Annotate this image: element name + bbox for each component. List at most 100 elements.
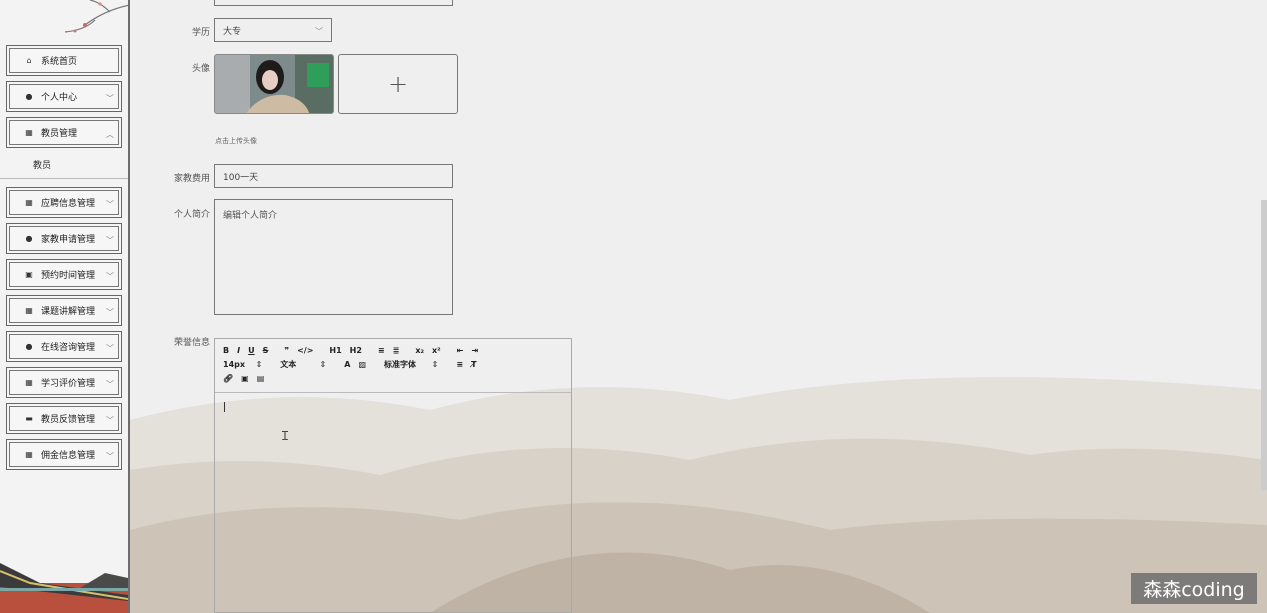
sidebar-menu: ⌂ 系统首页 ● 个人中心 ﹀ ▦ 教员管理 ︿ 教员 ▦ 应聘信息管理 ﹀ ● 家… [0, 45, 128, 475]
sidebar-item-label: 应聘信息管理 [41, 199, 96, 209]
sidebar-item-teacher-management[interactable]: ▦ 教员管理 ︿ [6, 117, 122, 148]
grid-icon: ▦ [25, 378, 33, 387]
sidebar-item-label: 学习评价管理 [41, 379, 96, 389]
font-family-value: 标准字体 [384, 359, 417, 369]
calendar-icon: ▣ [25, 270, 33, 279]
intro-textarea[interactable]: 编辑个人简介 [214, 199, 453, 315]
sidebar-item-label: 教员反馈管理 [41, 415, 96, 425]
chevron-down-icon: ﹀ [106, 380, 114, 389]
avatar-image[interactable] [214, 54, 334, 114]
blockquote-button[interactable]: ❞ [284, 346, 289, 355]
watermark: 森森coding [1131, 573, 1257, 604]
plus-icon: + [387, 70, 409, 98]
avatar-label: 头像 [191, 64, 210, 74]
text-type-select[interactable]: 文本 ⇕ [280, 359, 326, 370]
sidebar-item-tutoring-request[interactable]: ● 家教申请管理 ﹀ [6, 223, 122, 254]
ordered-list-button[interactable]: ≡ [378, 346, 385, 355]
bullet-list-button[interactable]: ≣ [393, 346, 400, 355]
strike-button[interactable]: S [263, 346, 269, 355]
h1-button[interactable]: H1 [329, 346, 341, 355]
intro-placeholder: 编辑个人简介 [223, 211, 278, 221]
chevron-down-icon: ﹀ [106, 200, 114, 209]
sidebar-item-label: 课题讲解管理 [41, 307, 96, 317]
sidebar-item-learning-evaluation[interactable]: ▦ 学习评价管理 ﹀ [6, 367, 122, 398]
chevron-down-icon: ﹀ [106, 236, 114, 245]
clear-format-icon[interactable]: T̸ [471, 360, 476, 369]
font-family-select[interactable]: 标准字体 ⇕ [384, 359, 438, 370]
home-icon: ⌂ [26, 56, 32, 65]
grid-icon: ▦ [25, 306, 33, 315]
chevron-down-icon: ﹀ [315, 27, 323, 36]
chevron-down-icon: ﹀ [106, 416, 114, 425]
sidebar-item-label: 佣金信息管理 [41, 451, 96, 461]
fee-label: 家教费用 [173, 174, 210, 184]
fee-value: 100一天 [223, 172, 259, 183]
education-select[interactable]: 大专 ﹀ [214, 18, 332, 42]
chevron-down-icon: ﹀ [106, 344, 114, 353]
sidebar-item-label: 家教申请管理 [41, 235, 96, 245]
sidebar-item-personal-center[interactable]: ● 个人中心 ﹀ [6, 81, 122, 112]
subscript-button[interactable]: x₂ [415, 346, 424, 355]
chevron-down-icon: ﹀ [106, 308, 114, 317]
upload-hint: 点击上传头像 [215, 137, 257, 145]
italic-button[interactable]: I [237, 346, 240, 355]
top-field-partial[interactable] [214, 0, 453, 6]
sidebar: ⌂ 系统首页 ● 个人中心 ﹀ ▦ 教员管理 ︿ 教员 ▦ 应聘信息管理 ﹀ ● 家… [0, 0, 130, 613]
ibeam-cursor-icon: Ｉ [279, 429, 292, 443]
sidebar-item-label: 教员管理 [41, 129, 78, 139]
palace-decoration [0, 543, 128, 613]
grid-icon: ▦ [25, 128, 33, 137]
sidebar-item-label: 预约时间管理 [41, 271, 96, 281]
sidebar-subitem-teacher[interactable]: 教员 [0, 151, 128, 179]
text-type-value: 文本 [280, 359, 297, 369]
sidebar-item-application[interactable]: ▦ 应聘信息管理 ﹀ [6, 187, 122, 218]
chevron-down-icon: ﹀ [106, 272, 114, 281]
user-icon: ● [25, 234, 33, 243]
main-content: 学历 大专 ﹀ 头像 + 点击上传头像 家教费用 100一天 个人简介 编辑个人… [130, 0, 1267, 613]
h2-button[interactable]: H2 [350, 346, 362, 355]
sidebar-item-label: 系统首页 [41, 57, 78, 67]
sidebar-item-teacher-feedback[interactable]: ▬ 教员反馈管理 ﹀ [6, 403, 122, 434]
sidebar-item-label: 个人中心 [41, 93, 78, 103]
bold-button[interactable]: B [223, 346, 229, 355]
video-icon[interactable]: ▤ [257, 374, 265, 383]
avatar-upload-button[interactable]: + [338, 54, 458, 114]
image-icon[interactable]: ▣ [241, 374, 249, 383]
superscript-button[interactable]: x² [432, 346, 441, 355]
grid-icon: ▦ [25, 450, 33, 459]
sidebar-item-online-consult[interactable]: ● 在线咨询管理 ﹀ [6, 331, 122, 362]
editor-toolbar: B I U S ❞ </> H1 H2 ≡ ≣ x₂ x² ⇤ ⇥ 14px ⇕… [215, 339, 571, 393]
education-value: 大专 [223, 26, 242, 37]
sidebar-item-home[interactable]: ⌂ 系统首页 [6, 45, 122, 76]
chat-icon: ▬ [25, 414, 33, 423]
chevron-down-icon: ﹀ [106, 452, 114, 461]
align-icon[interactable]: ≡ [456, 360, 463, 369]
education-label: 学历 [191, 28, 210, 38]
honor-label: 荣誉信息 [173, 338, 210, 348]
sidebar-item-appointment[interactable]: ▣ 预约时间管理 ﹀ [6, 259, 122, 290]
font-size-select[interactable]: 14px ⇕ [223, 360, 262, 369]
user-icon: ● [25, 92, 33, 101]
indent-button[interactable]: ⇥ [471, 346, 478, 355]
plum-branch-decoration [55, 0, 128, 40]
underline-button[interactable]: U [248, 346, 255, 355]
code-button[interactable]: </> [297, 346, 313, 355]
user-icon: ● [25, 342, 33, 351]
sidebar-item-label: 在线咨询管理 [41, 343, 96, 353]
sidebar-item-topic-explanation[interactable]: ▦ 课题讲解管理 ﹀ [6, 295, 122, 326]
chevron-down-icon: ﹀ [106, 94, 114, 103]
chevron-up-icon: ︿ [106, 130, 114, 139]
fee-input[interactable]: 100一天 [214, 164, 453, 188]
font-color-icon[interactable]: A [344, 360, 350, 369]
background-color-icon[interactable]: ▨ [358, 360, 366, 369]
font-size-value: 14px [223, 359, 246, 369]
rich-text-editor[interactable]: B I U S ❞ </> H1 H2 ≡ ≣ x₂ x² ⇤ ⇥ 14px ⇕… [214, 338, 572, 613]
link-icon[interactable]: 🔗︎ [223, 374, 233, 383]
grid-icon: ▦ [25, 198, 33, 207]
editor-content-area[interactable]: Ｉ [215, 393, 571, 613]
scrollbar[interactable] [1261, 200, 1267, 490]
outdent-button[interactable]: ⇤ [457, 346, 464, 355]
text-caret [224, 402, 225, 412]
sidebar-item-commission[interactable]: ▦ 佣金信息管理 ﹀ [6, 439, 122, 470]
intro-label: 个人简介 [173, 210, 210, 220]
